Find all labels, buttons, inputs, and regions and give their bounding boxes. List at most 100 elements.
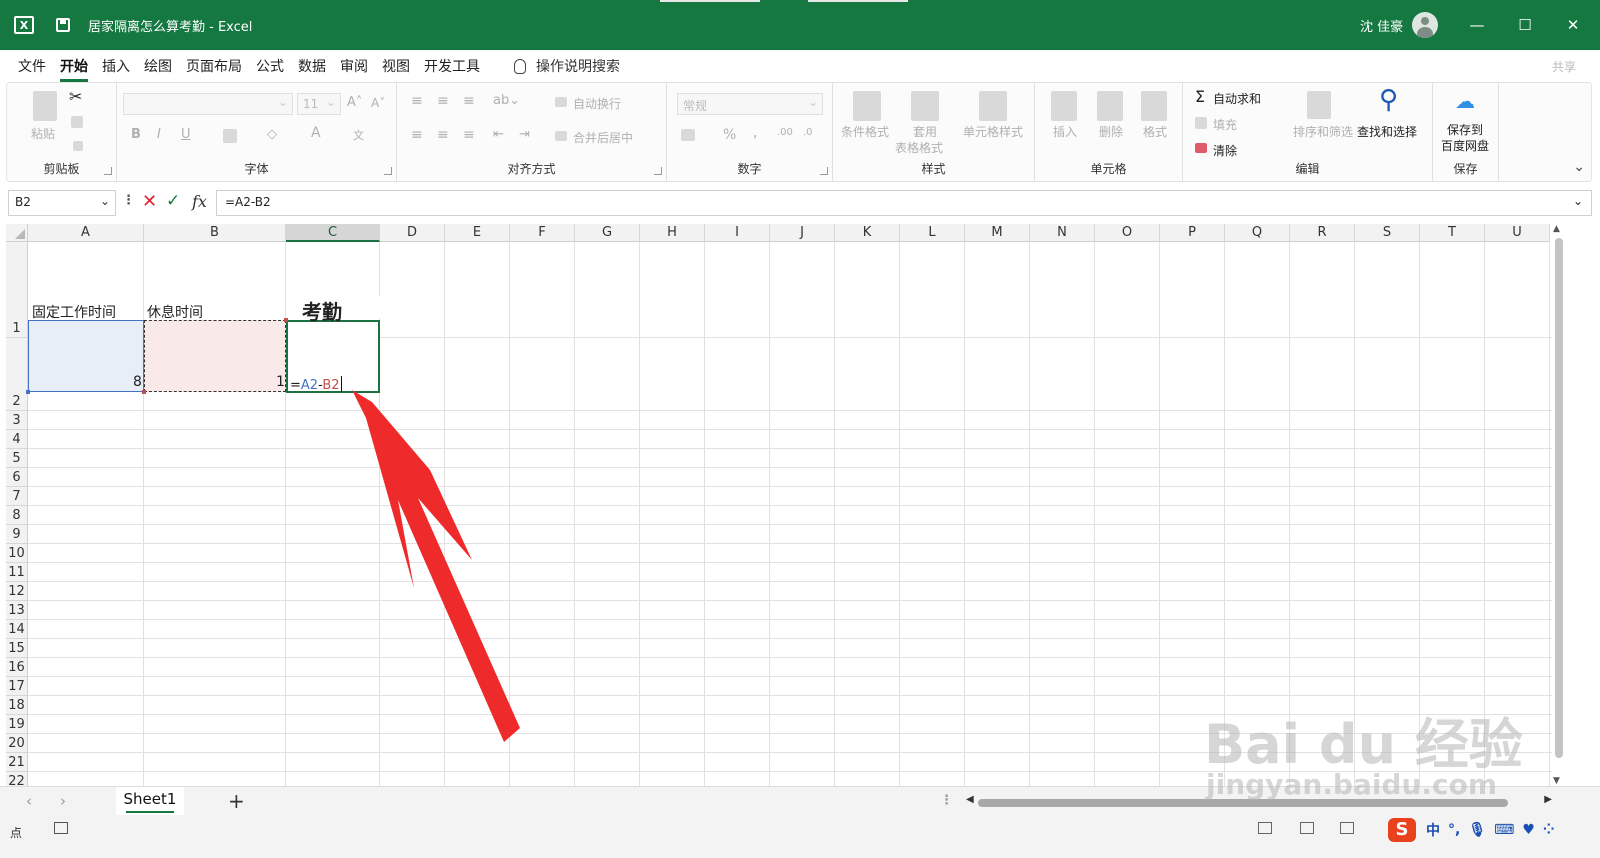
orientation-icon[interactable]: ab⌄ <box>493 93 520 108</box>
fill-button[interactable]: 填充 <box>1213 116 1237 133</box>
decrease-font-icon[interactable]: A˅ <box>371 96 385 110</box>
cell-b2-highlight[interactable] <box>144 320 286 392</box>
row-header-17[interactable]: 17 <box>6 677 28 696</box>
skin-icon[interactable]: ♥ <box>1522 822 1535 838</box>
column-header-d[interactable]: D <box>380 224 445 242</box>
column-header-r[interactable]: R <box>1290 224 1355 242</box>
clear-button[interactable]: 清除 <box>1213 142 1237 159</box>
column-header-l[interactable]: L <box>900 224 965 242</box>
column-header-p[interactable]: P <box>1160 224 1225 242</box>
increase-font-icon[interactable]: A˄ <box>347 95 362 110</box>
formula-input[interactable]: =A2-B2 ⌄ <box>216 190 1592 216</box>
column-header-q[interactable]: Q <box>1225 224 1290 242</box>
number-format-select[interactable]: 常规 <box>677 93 823 115</box>
column-header-h[interactable]: H <box>640 224 705 242</box>
column-header-m[interactable]: M <box>965 224 1030 242</box>
row-header-16[interactable]: 16 <box>6 658 28 677</box>
row-header-4[interactable]: 4 <box>6 430 28 449</box>
cell-c2-formula[interactable]: =A2-B2 <box>290 376 342 393</box>
save-icon[interactable] <box>56 0 70 50</box>
conditional-format-button[interactable]: 条件格式 <box>841 123 889 140</box>
column-header-t[interactable]: T <box>1420 224 1485 242</box>
number-launcher-icon[interactable] <box>820 167 828 175</box>
cell-b1[interactable]: 休息时间 <box>147 302 203 322</box>
punctuation-icon[interactable]: °, <box>1448 822 1460 838</box>
column-header-o[interactable]: O <box>1095 224 1160 242</box>
sheet-tab-sheet1[interactable]: Sheet1 <box>116 787 184 815</box>
comma-icon[interactable]: , <box>753 125 757 141</box>
scroll-left-icon[interactable]: ◀ <box>966 794 974 805</box>
tab-file[interactable]: 文件 <box>18 52 46 80</box>
cell-styles-icon[interactable] <box>979 91 1007 121</box>
row-header-22[interactable]: 22 <box>6 772 28 786</box>
row-header-7[interactable]: 7 <box>6 487 28 506</box>
font-size-select[interactable]: 11 <box>297 93 341 115</box>
tab-split-handle[interactable]: ⋮ <box>940 793 953 808</box>
cell-a2[interactable]: 8 <box>133 374 142 390</box>
expand-formula-icon[interactable]: ⌄ <box>1573 194 1583 208</box>
percent-icon[interactable]: % <box>723 127 736 143</box>
conditional-format-icon[interactable] <box>853 91 881 121</box>
keyboard-icon[interactable]: ⌨ <box>1494 822 1514 838</box>
find-select-icon[interactable]: ⚲ <box>1379 85 1398 115</box>
row-header-15[interactable]: 15 <box>6 639 28 658</box>
a2-corner-handle[interactable] <box>26 390 30 394</box>
tab-developer[interactable]: 开发工具 <box>424 52 480 80</box>
row-header-13[interactable]: 13 <box>6 601 28 620</box>
find-select-button[interactable]: 查找和选择 <box>1357 123 1417 140</box>
tab-view[interactable]: 视图 <box>382 52 410 80</box>
align-middle-icon[interactable]: ≡ <box>437 93 449 109</box>
paste-icon[interactable] <box>33 91 57 121</box>
tell-me-search[interactable]: 操作说明搜索 <box>514 56 620 76</box>
tab-review[interactable]: 审阅 <box>340 52 368 80</box>
accessibility-icon[interactable] <box>54 822 68 834</box>
row-header-3[interactable]: 3 <box>6 411 28 430</box>
menu-grid-icon[interactable]: ⁘ <box>1543 822 1555 838</box>
vertical-scroll-thumb[interactable] <box>1555 238 1563 758</box>
row-header-10[interactable]: 10 <box>6 544 28 563</box>
tab-page-layout[interactable]: 页面布局 <box>186 52 242 80</box>
fill-color-icon[interactable]: ◇ <box>267 127 277 142</box>
select-all-button[interactable] <box>6 224 28 242</box>
cut-icon[interactable]: ✂ <box>69 87 82 106</box>
column-header-j[interactable]: J <box>770 224 835 242</box>
insert-cells-button[interactable]: 插入 <box>1053 123 1077 140</box>
column-header-s[interactable]: S <box>1355 224 1420 242</box>
share-button[interactable]: 共享 <box>1552 58 1576 75</box>
row-header-6[interactable]: 6 <box>6 468 28 487</box>
align-right-icon[interactable]: ≡ <box>463 127 475 143</box>
column-header-e[interactable]: E <box>445 224 510 242</box>
ime-language[interactable]: 中 <box>1426 820 1440 840</box>
save-netdisk-line1[interactable]: 保存到 <box>1447 121 1483 138</box>
align-top-icon[interactable]: ≡ <box>411 93 423 109</box>
row-header-1[interactable]: 1 <box>6 242 28 338</box>
scroll-down-icon[interactable]: ▼ <box>1553 776 1560 786</box>
font-launcher-icon[interactable] <box>384 167 392 175</box>
align-center-icon[interactable]: ≡ <box>437 127 449 143</box>
format-as-table-line2[interactable]: 表格格式 <box>895 139 943 156</box>
row-header-5[interactable]: 5 <box>6 449 28 468</box>
column-header-c[interactable]: C <box>286 224 380 242</box>
row-header-19[interactable]: 19 <box>6 715 28 734</box>
user-name[interactable]: 沈 佳豪 <box>1360 0 1403 50</box>
row-header-18[interactable]: 18 <box>6 696 28 715</box>
row-header-21[interactable]: 21 <box>6 753 28 772</box>
close-icon[interactable]: ✕ <box>1550 0 1596 50</box>
tab-home[interactable]: 开始 <box>60 52 88 82</box>
b2-corner-handle[interactable] <box>284 318 288 322</box>
scroll-right-icon[interactable]: ▶ <box>1544 794 1552 805</box>
delete-cells-icon[interactable] <box>1097 91 1123 121</box>
column-header-i[interactable]: I <box>705 224 770 242</box>
chevron-down-icon[interactable]: ⌄ <box>100 194 110 208</box>
tab-insert[interactable]: 插入 <box>102 52 130 80</box>
clipboard-launcher-icon[interactable] <box>104 167 112 175</box>
row-header-9[interactable]: 9 <box>6 525 28 544</box>
name-box[interactable]: B2 ⌄ <box>8 190 116 216</box>
prev-sheet-icon[interactable]: ‹ <box>26 792 32 810</box>
alignment-launcher-icon[interactable] <box>654 167 662 175</box>
scroll-up-icon[interactable]: ▲ <box>1553 224 1560 234</box>
page-layout-view-icon[interactable] <box>1300 822 1314 834</box>
copy-icon[interactable] <box>71 116 83 128</box>
avatar[interactable] <box>1412 0 1438 50</box>
column-header-n[interactable]: N <box>1030 224 1095 242</box>
